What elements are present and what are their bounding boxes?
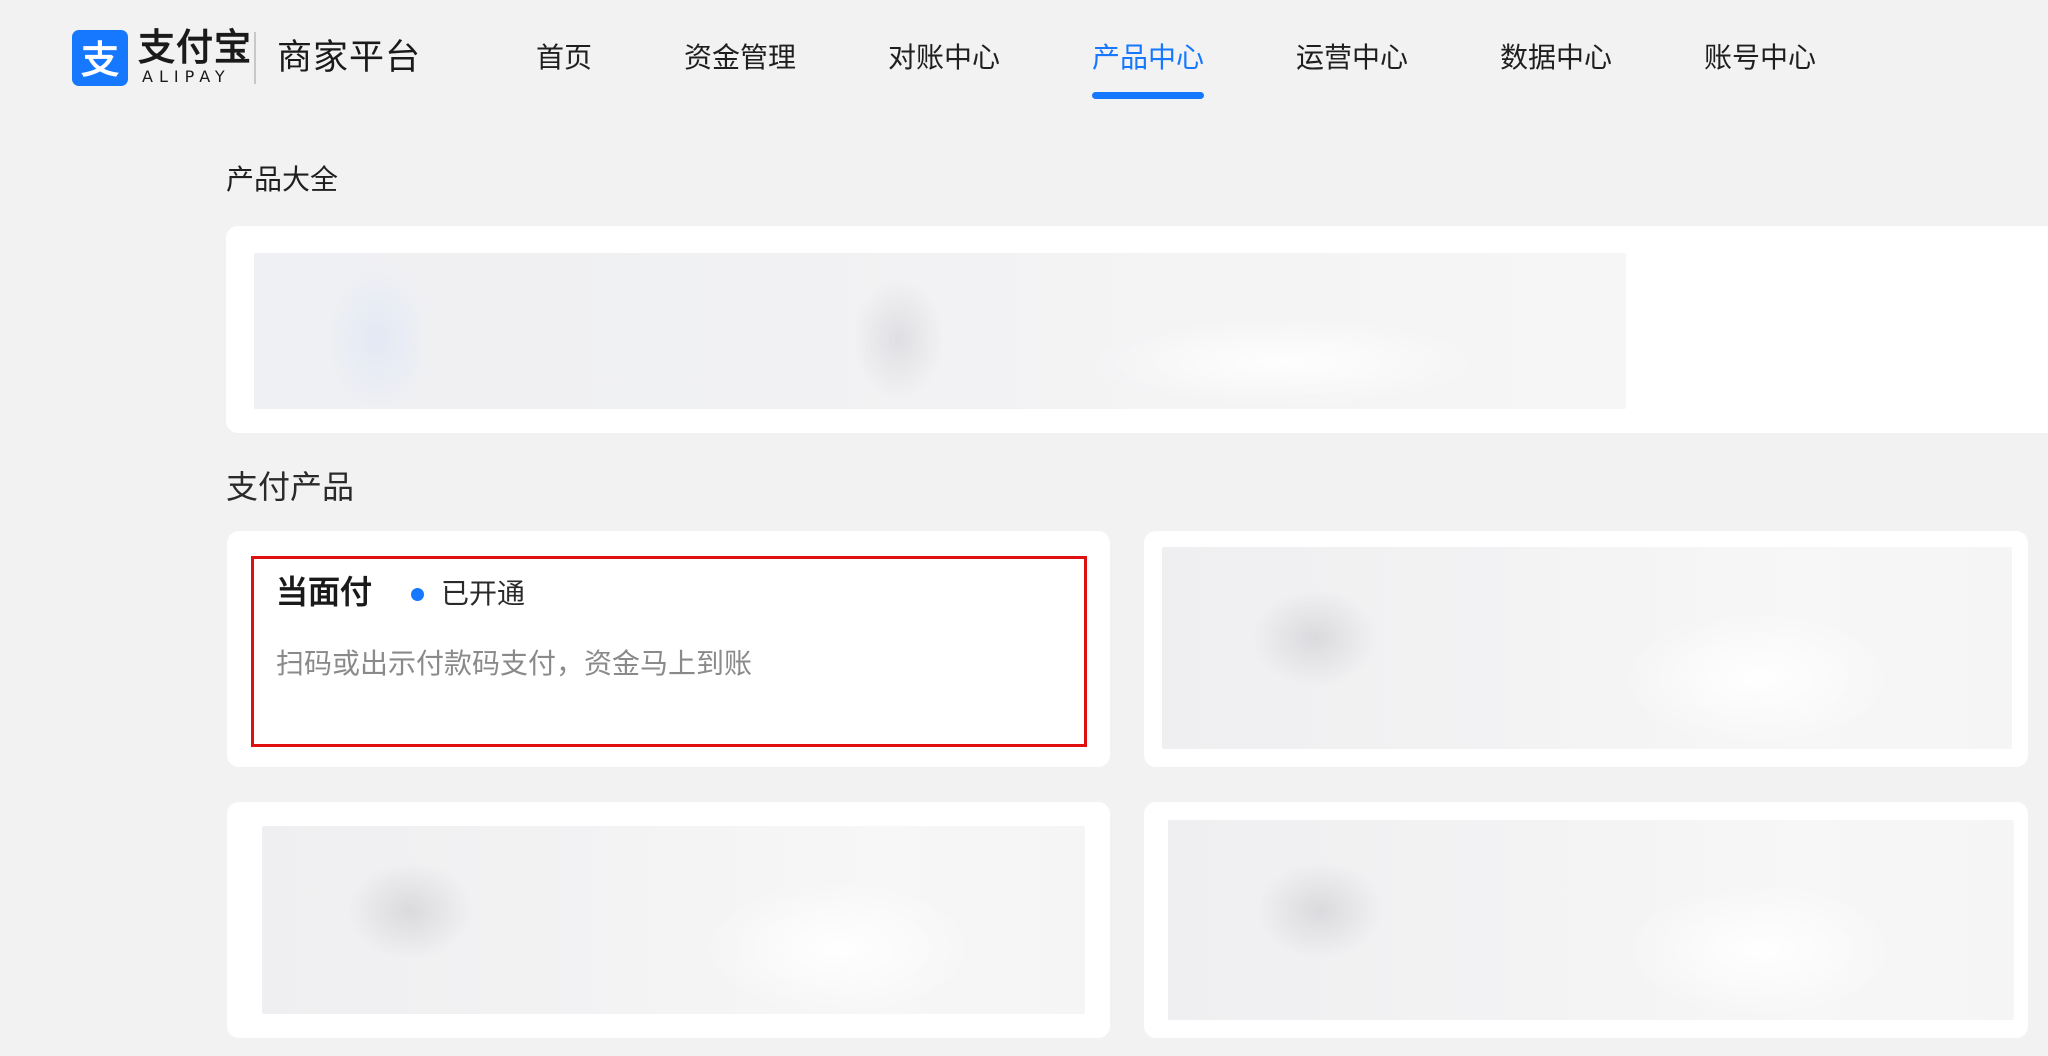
- blurred-product-content: [1162, 547, 2012, 749]
- top-header: 支 支付宝 ALIPAY 商家平台 首页 资金管理 对账中心 产品中心 运营中心…: [0, 0, 2048, 104]
- logo-brand-cn: 支付宝: [138, 26, 252, 69]
- nav-item-account[interactable]: 账号中心: [1704, 40, 1816, 76]
- blurred-product-content: [1168, 820, 2014, 1020]
- nav-item-data[interactable]: 数据中心: [1500, 40, 1612, 76]
- logo-divider: [254, 32, 256, 84]
- nav-item-products[interactable]: 产品中心: [1092, 40, 1204, 76]
- product-card[interactable]: [1144, 802, 2028, 1038]
- product-name[interactable]: 当面付: [276, 572, 372, 612]
- product-description: 扫码或出示付款码支付，资金马上到账: [276, 647, 753, 680]
- logo-brand-en: ALIPAY: [142, 67, 231, 86]
- payment-products-title: 支付产品: [226, 468, 355, 506]
- nav-item-operations[interactable]: 运营中心: [1296, 40, 1408, 76]
- all-products-title: 产品大全: [226, 163, 339, 196]
- blurred-banner: [254, 253, 1626, 409]
- platform-name: 商家平台: [277, 38, 422, 78]
- status-dot-icon: [411, 588, 424, 601]
- alipay-logo-icon[interactable]: 支: [72, 30, 128, 86]
- nav-item-home[interactable]: 首页: [536, 40, 592, 76]
- merchant-platform-page: 支 支付宝 ALIPAY 商家平台 首页 资金管理 对账中心 产品中心 运营中心…: [0, 0, 2048, 1056]
- nav-item-funds[interactable]: 资金管理: [684, 40, 796, 76]
- product-card[interactable]: [1144, 531, 2028, 767]
- product-card[interactable]: [227, 802, 1110, 1038]
- blurred-product-content: [262, 826, 1085, 1014]
- svg-text:支: 支: [81, 38, 119, 82]
- active-tab-indicator: [1092, 92, 1204, 99]
- product-status-badge: 已开通: [441, 577, 526, 610]
- nav-item-reconciliation[interactable]: 对账中心: [888, 40, 1000, 76]
- all-products-card: [226, 226, 2048, 433]
